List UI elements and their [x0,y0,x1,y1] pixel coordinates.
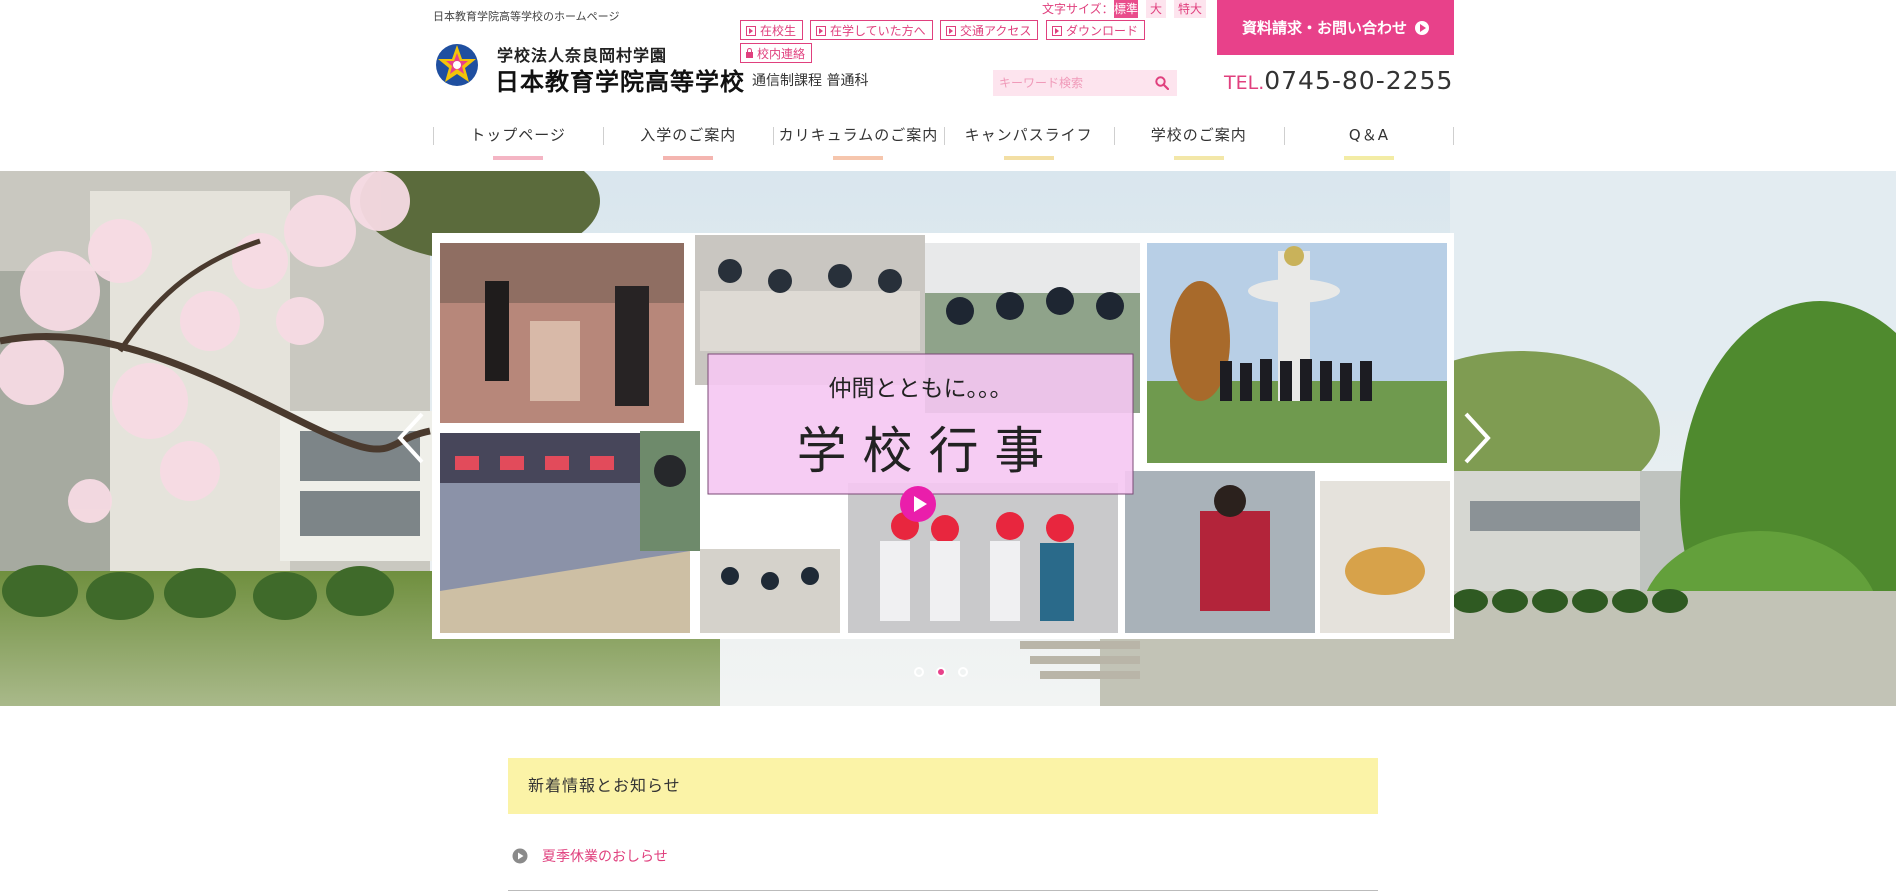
nav-item-campus-life[interactable]: キャンパスライフ [943,124,1114,160]
hero-slider: 仲間とともに。。。 学 校 行 事 [0,171,1896,706]
search-box [993,70,1177,96]
slider-dot[interactable] [936,667,946,677]
nav-underline [833,156,884,160]
nav-item-school-info[interactable]: 学校のご案内 [1113,124,1284,160]
hero-title: 学 校 行 事 [796,422,1045,480]
slider-dot[interactable] [958,667,968,677]
nav-item-qa[interactable]: Q＆A [1283,124,1455,160]
contact-button[interactable]: 資料請求・お問い合わせ [1217,0,1454,55]
arrow-box-icon [816,25,826,36]
global-nav: トップページ 入学のご案内 カリキュラムのご案内 キャンパスライフ 学校のご案内… [433,124,1455,160]
course-label: 通信制課程 普通科 [752,73,869,89]
tel-number: 0745-80-2255 [1264,66,1454,95]
lock-icon [746,47,753,58]
nav-underline [1343,156,1394,160]
play-video-icon[interactable] [899,485,937,523]
link-current-students[interactable]: 在校生 [740,20,804,40]
slider-dots [914,667,968,677]
slider-prev-arrow-icon[interactable] [390,408,430,468]
play-circle-icon [512,848,528,864]
news-item-title: 夏季休業のおしらせ [542,849,668,865]
slider-next-arrow-icon[interactable] [1458,408,1498,468]
font-size-standard-button[interactable]: 標準 [1114,0,1138,18]
font-size-xlarge-button[interactable]: 特大 [1174,0,1206,18]
nav-item-admission[interactable]: 入学のご案内 [603,124,773,160]
hero-subtitle: 仲間とともに。。。 [828,376,1013,402]
play-circle-icon [1415,20,1429,35]
link-alumni[interactable]: 在学していた方へ [810,20,933,40]
link-internal[interactable]: 校内連絡 [740,43,813,63]
news-heading: 新着情報とお知らせ [508,758,1378,814]
site-tagline: 日本教育学院高等学校のホームページ [433,10,620,23]
nav-item-curriculum[interactable]: カリキュラムのご案内 [773,124,943,160]
font-size-label: 文字サイズ： [1042,2,1114,16]
arrow-box-icon [746,25,756,36]
search-icon[interactable] [1155,76,1169,90]
search-input[interactable] [993,70,1143,96]
school-name[interactable]: 日本教育学院高等学校 [495,62,745,97]
nav-underline [1003,156,1054,160]
nav-underline [493,156,544,160]
nav-underline [663,156,714,160]
arrow-box-icon [1052,25,1062,36]
tel-label: TEL. [1224,72,1265,94]
telephone: TEL.0745-80-2255 [1224,66,1453,95]
link-download[interactable]: ダウンロード [1046,20,1146,40]
font-size-large-button[interactable]: 大 [1146,0,1166,18]
link-access[interactable]: 交通アクセス [940,20,1039,40]
arrow-box-icon [946,25,956,36]
nav-underline [1173,156,1224,160]
news-divider [508,890,1378,891]
slider-dot[interactable] [914,667,924,677]
nav-item-top[interactable]: トップページ [433,124,603,160]
news-item[interactable]: 夏季休業のおしらせ [512,846,668,866]
school-logo-icon [436,44,478,86]
